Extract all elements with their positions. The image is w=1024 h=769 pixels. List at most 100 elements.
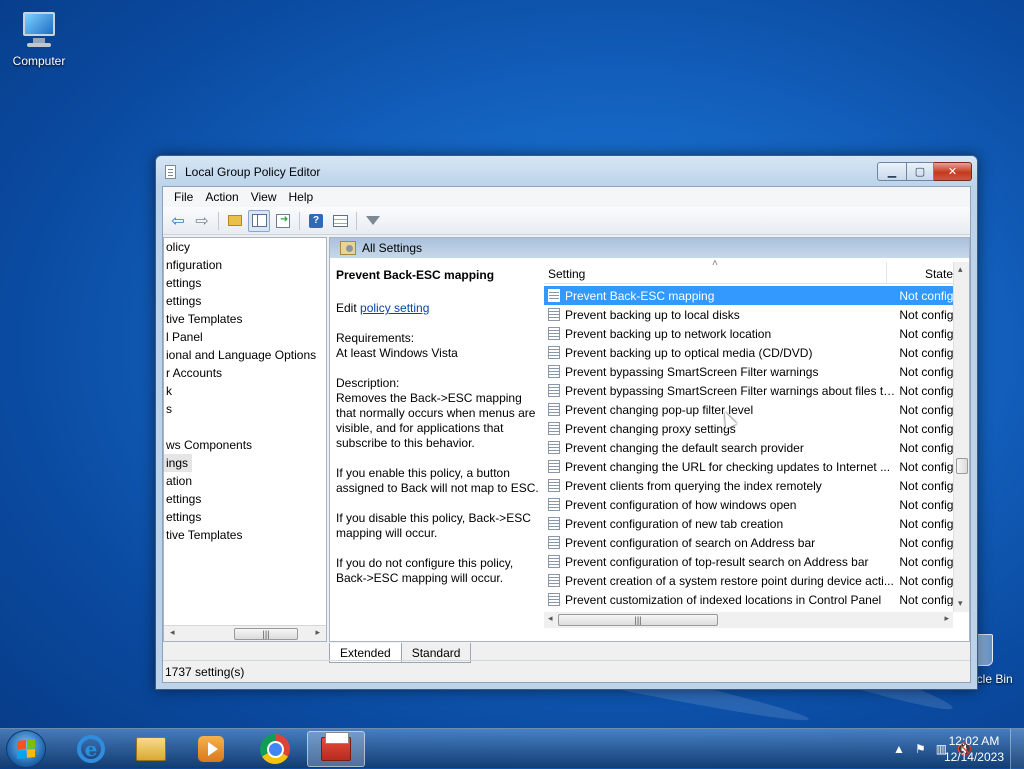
table-row[interactable]: Prevent changing the URL for checking up… (544, 457, 953, 476)
policy-setting-icon (548, 327, 560, 340)
tree-item[interactable]: olicy (164, 238, 326, 256)
properties-icon (332, 214, 348, 227)
tree-item[interactable]: tive Templates (164, 526, 326, 544)
console-tree: olicy nfiguration ettings ettings tive T… (163, 237, 327, 642)
setting-name: Prevent configuration of top-result sear… (565, 554, 869, 569)
edit-policy-link[interactable]: policy setting (360, 301, 429, 315)
policy-setting-icon (548, 555, 560, 568)
forward-button[interactable]: ⇨ (191, 210, 213, 232)
desktop-computer[interactable]: Computer (2, 10, 76, 68)
table-row[interactable]: Prevent backing up to optical media (CD/… (544, 343, 953, 362)
scroll-left-icon[interactable]: ◂ (170, 627, 175, 638)
table-row[interactable]: Prevent configuration of how windows ope… (544, 495, 953, 514)
back-button[interactable]: ⇦ (167, 210, 189, 232)
details-pane: All Settings Prevent Back-ESC mapping Ed… (329, 237, 970, 642)
edit-line: Edit policy setting (336, 301, 540, 316)
setting-state: Not config (899, 288, 953, 303)
window-title: Local Group Policy Editor (185, 165, 321, 179)
table-row[interactable]: Prevent bypassing SmartScreen Filter war… (544, 381, 953, 400)
maximize-button[interactable]: ▢ (907, 162, 934, 181)
tree-item[interactable]: tive Templates (164, 310, 326, 328)
taskbar-windows-explorer[interactable] (122, 731, 180, 767)
tree-item[interactable]: nfiguration (164, 256, 326, 274)
tree-item[interactable]: l Panel (164, 328, 326, 346)
column-setting[interactable]: Setting (544, 258, 887, 283)
status-text: 1737 setting(s) (165, 665, 245, 679)
setting-state: Not config (899, 383, 953, 398)
scroll-down-icon[interactable]: ▾ (958, 598, 963, 609)
up-one-level-button[interactable] (224, 210, 246, 232)
tree-item[interactable]: ation (164, 472, 326, 490)
table-row[interactable]: Prevent creation of a system restore poi… (544, 571, 953, 590)
action-center-flag-icon[interactable]: ⚑ (915, 742, 926, 756)
help-button[interactable]: ? (305, 210, 327, 232)
show-desktop-button[interactable] (1010, 729, 1024, 769)
tree-item[interactable]: ws Components (164, 436, 326, 454)
menu-action[interactable]: Action (199, 187, 244, 207)
title-bar[interactable]: Local Group Policy Editor ▁ ▢ ✕ (156, 156, 977, 186)
tree-item[interactable] (164, 418, 326, 436)
setting-name: Prevent changing the default search prov… (565, 440, 804, 455)
minimize-button[interactable]: ▁ (877, 162, 907, 181)
properties-button[interactable] (329, 210, 351, 232)
desktop-icon-label: Computer (12, 54, 66, 68)
gpedit-app-icon (165, 165, 176, 179)
policy-setting-icon (548, 289, 560, 302)
menu-file[interactable]: File (168, 187, 199, 207)
table-row-selected[interactable]: Prevent Back-ESC mapping Not config (544, 286, 953, 305)
setting-state: Not config (899, 554, 953, 569)
filter-button[interactable] (362, 210, 384, 232)
table-row[interactable]: Prevent customization of indexed locatio… (544, 590, 953, 606)
taskbar-media-player[interactable] (182, 731, 240, 767)
table-row[interactable]: Prevent backing up to local disks Not con… (544, 305, 953, 324)
scroll-right-icon[interactable]: ▸ (944, 613, 949, 624)
tree-horizontal-scrollbar[interactable]: ◂ ||| ▸ (164, 625, 326, 641)
tree-item[interactable]: ional and Language Options (164, 346, 326, 364)
table-row[interactable]: Prevent clients from querying the index … (544, 476, 953, 495)
table-row[interactable]: Prevent configuration of search on Addre… (544, 533, 953, 552)
scroll-up-icon[interactable]: ▴ (958, 264, 963, 275)
scroll-right-icon[interactable]: ▸ (315, 627, 320, 638)
table-row[interactable]: Prevent backing up to network location No… (544, 324, 953, 343)
clock[interactable]: 12:02 AM 12/14/2023 (944, 733, 1004, 765)
extended-description: Prevent Back-ESC mapping Edit policy set… (336, 268, 540, 601)
menu-help[interactable]: Help (283, 187, 320, 207)
table-row[interactable]: Prevent bypassing SmartScreen Filter war… (544, 362, 953, 381)
taskbar-group-policy-editor[interactable] (307, 731, 365, 767)
policy-settings-icon (340, 241, 356, 255)
tree-item[interactable]: ettings (164, 274, 326, 292)
start-button[interactable] (6, 730, 46, 768)
window-controls: ▁ ▢ ✕ (877, 162, 972, 181)
tree-item[interactable]: s (164, 400, 326, 418)
taskbar-chrome[interactable] (246, 731, 304, 767)
group-policy-editor-window: Local Group Policy Editor ▁ ▢ ✕ File Act… (155, 155, 978, 690)
tree-item[interactable]: ettings (164, 508, 326, 526)
table-row[interactable]: Prevent configuration of new tab creatio… (544, 514, 953, 533)
chrome-icon (260, 734, 290, 764)
tree-item[interactable]: r Accounts (164, 364, 326, 382)
table-row[interactable]: Prevent changing proxy settings Not confi… (544, 419, 953, 438)
show-hidden-icons-icon[interactable]: ▲ (893, 742, 905, 756)
export-list-button[interactable] (272, 210, 294, 232)
list-horizontal-scrollbar[interactable]: ◂ ||| ▸ (544, 612, 953, 628)
tree-item-all-settings-selected[interactable]: ings (164, 454, 193, 472)
scroll-left-icon[interactable]: ◂ (548, 613, 553, 624)
table-row[interactable]: Prevent changing pop-up filter level Not … (544, 400, 953, 419)
list-vertical-scrollbar[interactable]: ▴ ▾ (953, 262, 969, 612)
back-arrow-icon: ⇦ (171, 212, 185, 230)
column-state[interactable]: State (887, 262, 953, 283)
tree-item[interactable]: ettings (164, 490, 326, 508)
table-row[interactable]: Prevent configuration of top-result sear… (544, 552, 953, 571)
show-hide-tree-button[interactable] (248, 209, 270, 232)
menu-view[interactable]: View (245, 187, 283, 207)
windows-logo-icon (17, 739, 35, 759)
policy-setting-icon (548, 346, 560, 359)
scroll-thumb[interactable]: ||| (558, 614, 718, 626)
close-button[interactable]: ✕ (934, 162, 972, 181)
scroll-thumb[interactable]: ||| (234, 628, 298, 640)
scroll-thumb[interactable] (956, 458, 968, 474)
tree-item[interactable]: k (164, 382, 326, 400)
taskbar-internet-explorer[interactable]: e (62, 731, 120, 767)
tree-item[interactable]: ettings (164, 292, 326, 310)
table-row[interactable]: Prevent changing the default search prov… (544, 438, 953, 457)
